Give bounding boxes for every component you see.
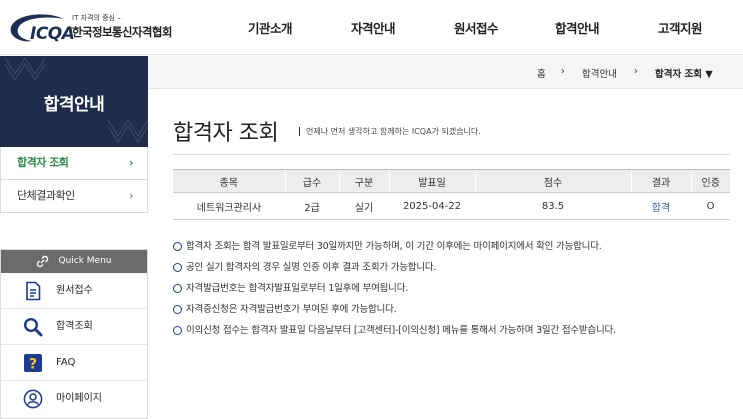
list-item: 공인 실기 합격자의 경우 실명 인증 이후 결과 조회가 가능합니다. (173, 261, 738, 282)
title-divider (173, 154, 730, 155)
quick-menu: Quick Menu 원서접수 합격조회 ? FAQ 마이페이지 (0, 249, 148, 419)
notice-text: 합격자 조회는 합격 발표일로부터 30일까지만 가능하며, 이 기간 이후에는… (186, 241, 602, 252)
breadcrumb-home[interactable]: 홈 (537, 66, 546, 80)
quick-item-label: 마이페이지 (56, 393, 102, 404)
notice-text: 공인 실기 합격자의 경우 실명 인증 이후 결과 조회가 가능합니다. (186, 262, 437, 273)
column-header: 점수 (474, 169, 631, 193)
sidebar-item-group-result[interactable]: 단체결과확인 › (0, 180, 148, 213)
quick-item-mypage[interactable]: 마이페이지 (1, 381, 147, 417)
column-header: 구분 (338, 169, 389, 193)
chevron-right-icon: › (129, 189, 133, 202)
breadcrumb-separator: › (561, 66, 565, 77)
list-item: 자격증신청은 자격발급번호가 부여된 후에 가능합니다. (173, 303, 738, 324)
column-header: 결과 (630, 169, 691, 193)
sidebar-item-label: 합격자 조회 (17, 156, 69, 169)
question-icon: ? (24, 354, 42, 373)
nav-item-about[interactable]: 기관소개 (248, 18, 293, 37)
breadcrumb-level1[interactable]: 합격안내 (582, 66, 617, 80)
document-icon (26, 281, 41, 301)
quick-item-application[interactable]: 원서접수 (1, 273, 147, 309)
circle-bullet-icon (173, 326, 182, 335)
chevron-right-icon: › (128, 156, 134, 169)
breadcrumb-separator: › (634, 66, 638, 77)
link-icon (36, 255, 49, 268)
main-navigation: 기관소개 자격안내 원서접수 합격안내 고객지원 (0, 18, 743, 38)
cell-score: 83.5 (475, 192, 631, 220)
column-header: 급수 (284, 169, 339, 193)
search-icon (23, 317, 43, 337)
page-title: 합격자 조회 (173, 121, 279, 146)
result-table: 종목 급수 구분 발표일 점수 결과 인증 네트워크관리사 2급 실기 2025… (173, 169, 730, 220)
svg-text:?: ? (29, 357, 37, 373)
sidebar-menu: 합격자 조회 › 단체결과확인 › (0, 147, 148, 213)
list-item: 이의신청 접수는 합격자 발표일 다음날부터 [고객센터]-[이의신청] 메뉴를… (173, 324, 738, 345)
list-item: 자격발급번호는 합격자발표일로부터 1일후에 부여됩니다. (173, 282, 738, 303)
circle-bullet-icon (173, 305, 182, 314)
circle-bullet-icon (173, 284, 182, 293)
sidebar-item-label: 단체결과확인 (17, 189, 75, 202)
notice-text: 자격증신청은 자격발급번호가 부여된 후에 가능합니다. (186, 304, 397, 315)
nav-item-certification[interactable]: 자격안내 (351, 18, 396, 37)
column-header: 인증 (690, 169, 730, 193)
sidebar-item-result-lookup[interactable]: 합격자 조회 › (0, 147, 148, 180)
circle-bullet-icon (173, 263, 182, 272)
cell-date: 2025-04-22 (389, 192, 475, 220)
column-header: 발표일 (388, 169, 475, 193)
cell-certification: O (691, 192, 730, 220)
quick-item-label: 합격조회 (56, 321, 93, 332)
breadcrumb: 홈 › 합격안내 › 합격자 조회 ▼ (148, 56, 743, 89)
nav-item-support[interactable]: 고객지원 (658, 18, 703, 37)
notice-text: 이의신청 접수는 합격자 발표일 다음날부터 [고객센터]-[이의신청] 메뉴를… (186, 325, 616, 336)
quick-menu-title: Quick Menu (58, 256, 112, 266)
cell-subject: 네트워크관리사 (173, 192, 285, 220)
list-item: 합격자 조회는 합격 발표일로부터 30일까지만 가능하며, 이 기간 이후에는… (173, 240, 738, 261)
quick-item-label: 원서접수 (56, 285, 93, 296)
notice-text: 자격발급번호는 합격자발표일로부터 1일후에 부여됩니다. (186, 283, 409, 294)
site-header: ICQA IT 자격의 중심 – 한국정보통신자격협회 기관소개 자격안내 원서… (0, 0, 743, 55)
cell-type: 실기 (339, 192, 389, 220)
nav-item-results[interactable]: 합격안내 (555, 18, 600, 37)
quick-item-result-search[interactable]: 합격조회 (1, 309, 147, 345)
breadcrumb-current-dropdown[interactable]: 합격자 조회 ▼ (655, 66, 713, 80)
nav-item-application[interactable]: 원서접수 (454, 18, 499, 37)
circle-bullet-icon (173, 242, 182, 251)
page-subtitle: 언제나 먼저 생각하고 함께하는 ICQA가 되겠습니다. (299, 127, 481, 136)
table-row: 네트워크관리사 2급 실기 2025-04-22 83.5 합격 O (173, 192, 730, 220)
table-header-row: 종목 급수 구분 발표일 점수 결과 인증 (173, 169, 730, 193)
quick-item-faq[interactable]: ? FAQ (1, 345, 147, 381)
sidebar-header: 합격안내 (0, 56, 148, 147)
quick-menu-header: Quick Menu (1, 250, 147, 273)
sidebar-title: 합격안내 (43, 95, 105, 115)
column-header: 종목 (173, 169, 285, 193)
quick-item-label: FAQ (56, 357, 76, 368)
cell-grade: 2급 (285, 192, 339, 220)
cell-result-link[interactable]: 합격 (631, 192, 691, 220)
user-icon (23, 389, 43, 409)
notice-list: 합격자 조회는 합격 발표일로부터 30일까지만 가능하며, 이 기간 이후에는… (173, 240, 738, 345)
